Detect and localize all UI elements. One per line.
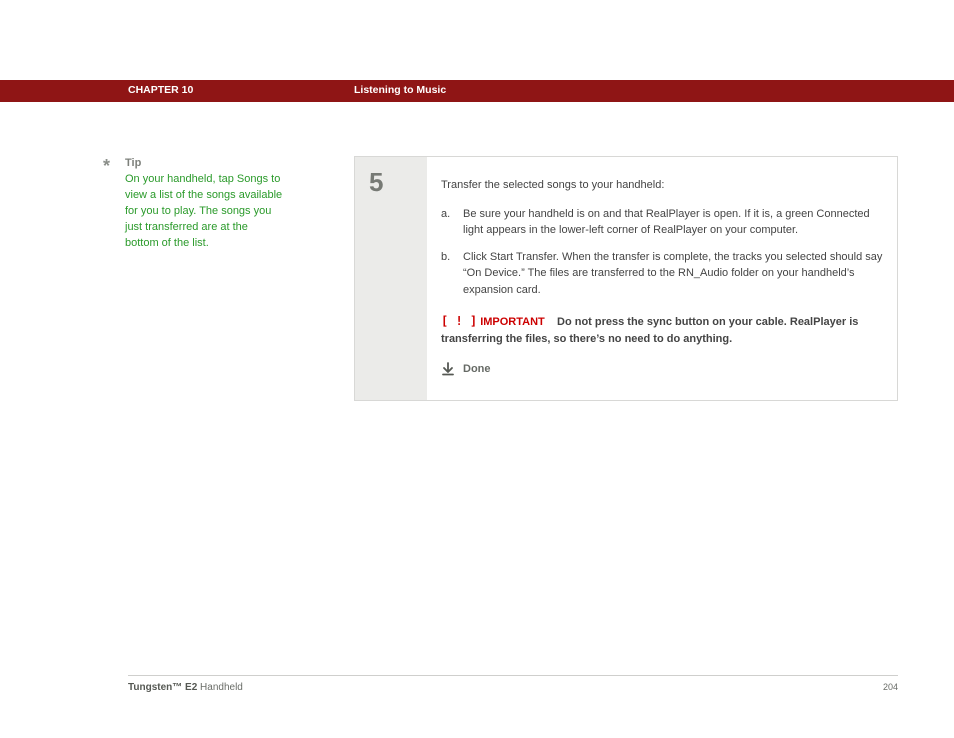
step-item-letter: a.	[441, 206, 463, 239]
page-number: 204	[883, 682, 898, 692]
tip-text: On your handheld, tap Songs to view a li…	[125, 172, 283, 252]
header-chapter: CHAPTER 10	[128, 84, 193, 96]
tip-label: Tip	[125, 156, 283, 172]
step-item: a. Be sure your handheld is on and that …	[441, 206, 883, 239]
step-item: b. Click Start Transfer. When the transf…	[441, 249, 883, 299]
footer-product: Tungsten™ E2 Handheld	[128, 682, 243, 693]
step-item-text: Be sure your handheld is on and that Rea…	[463, 206, 883, 239]
step-box: 5 Transfer the selected songs to your ha…	[354, 156, 898, 401]
asterisk-icon: *	[103, 153, 110, 179]
done-label: Done	[463, 361, 491, 378]
step-item-letter: b.	[441, 249, 463, 299]
page-footer: Tungsten™ E2 Handheld 204	[128, 675, 898, 693]
step-intro: Transfer the selected songs to your hand…	[441, 177, 883, 194]
tip-callout: * Tip On your handheld, tap Songs to vie…	[103, 156, 283, 252]
header-title: Listening to Music	[354, 84, 446, 96]
important-bracket: [ ! ]	[441, 314, 477, 328]
step-list: a. Be sure your handheld is on and that …	[441, 206, 883, 299]
important-note: [ ! ] IMPORTANT Do not press the sync bu…	[441, 312, 883, 347]
step-content: Transfer the selected songs to your hand…	[427, 157, 897, 400]
footer-brand: Tungsten™ E2	[128, 682, 197, 693]
step-item-text: Click Start Transfer. When the transfer …	[463, 249, 883, 299]
download-arrow-icon	[441, 362, 455, 376]
step-number: 5	[355, 157, 427, 400]
done-row: Done	[441, 361, 883, 378]
header-bar: CHAPTER 10 Listening to Music	[0, 80, 954, 102]
important-label: IMPORTANT	[480, 316, 545, 328]
footer-product-suffix: Handheld	[197, 682, 243, 693]
